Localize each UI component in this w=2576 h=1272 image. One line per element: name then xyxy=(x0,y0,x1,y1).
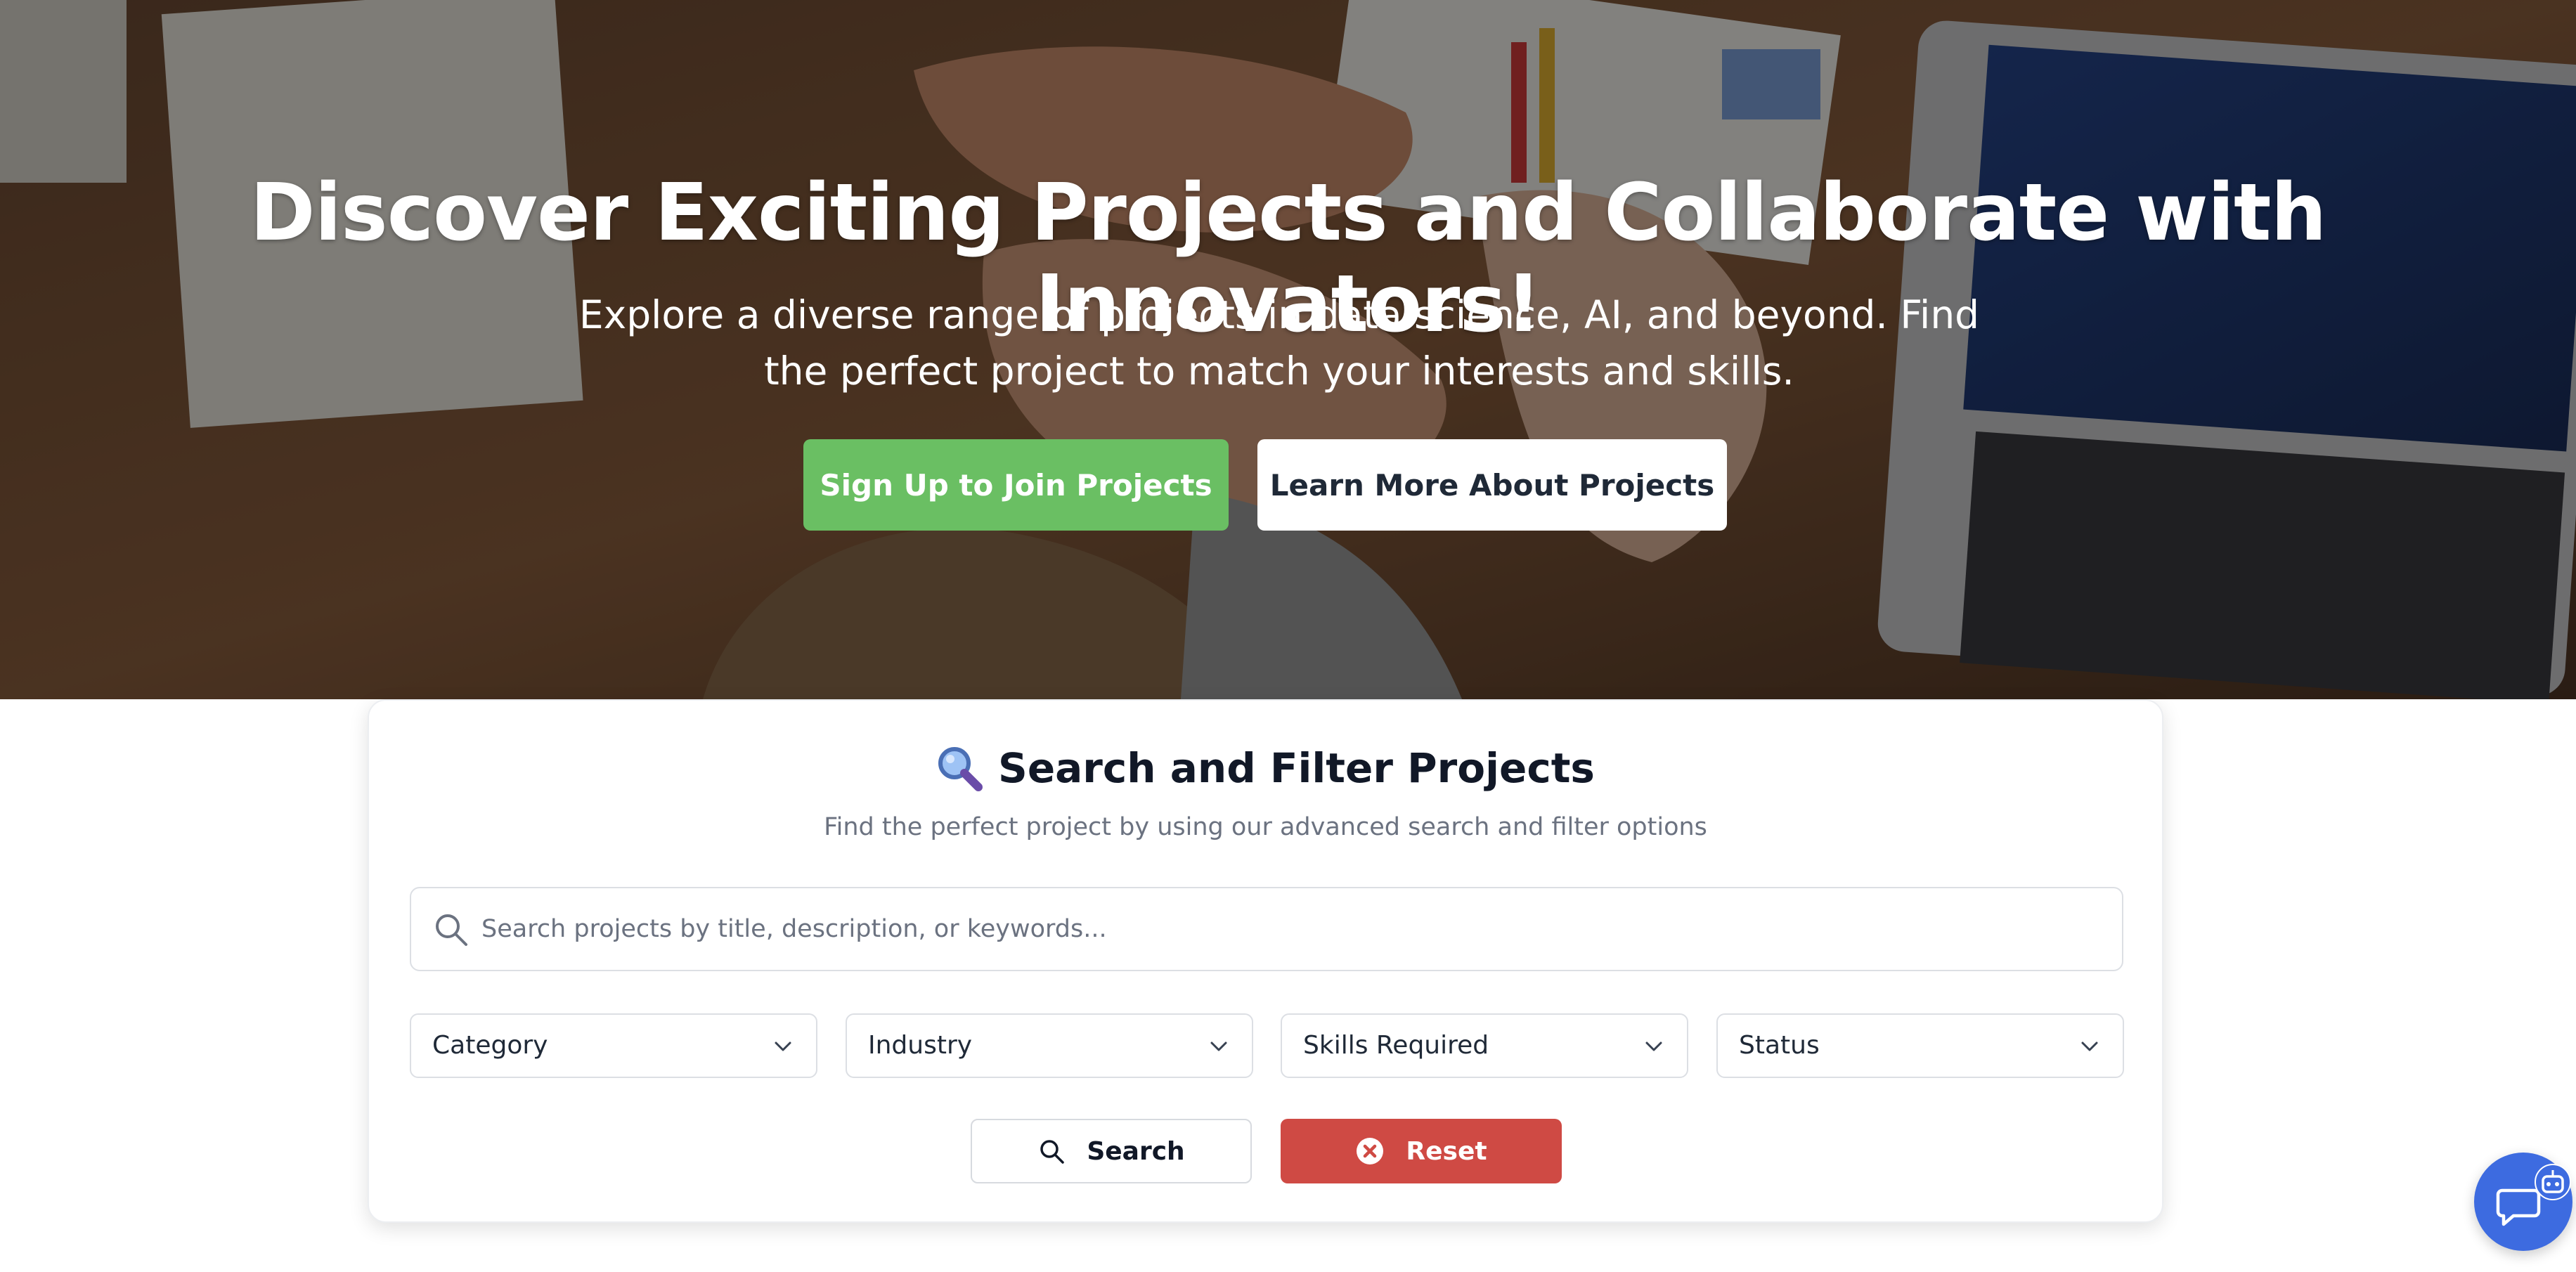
reset-button[interactable]: Reset xyxy=(1281,1119,1562,1183)
sign-up-button[interactable]: Sign Up to Join Projects xyxy=(803,439,1229,531)
category-select[interactable]: Category xyxy=(410,1013,817,1078)
close-circle-icon xyxy=(1357,1138,1384,1164)
search-button[interactable]: Search xyxy=(971,1119,1252,1183)
search-box[interactable] xyxy=(410,887,2123,971)
search-button-label: Search xyxy=(1087,1136,1185,1166)
hero-subtitle: Explore a diverse range of projects in d… xyxy=(578,292,1980,394)
status-select[interactable]: Status xyxy=(1716,1013,2124,1078)
reset-button-label: Reset xyxy=(1406,1136,1487,1166)
search-icon xyxy=(1040,1140,1065,1164)
learn-more-button[interactable]: Learn More About Projects xyxy=(1257,439,1727,531)
card-heading: Search and Filter Projects xyxy=(369,744,2162,792)
hero-content: Discover Exciting Projects and Collabora… xyxy=(0,0,2576,699)
search-input[interactable] xyxy=(481,890,2098,968)
industry-select-label: Industry xyxy=(868,1031,973,1060)
skills-required-select-label: Skills Required xyxy=(1303,1031,1489,1060)
magnifying-glass-emoji-icon xyxy=(938,747,983,791)
status-select-label: Status xyxy=(1739,1031,1820,1060)
industry-select[interactable]: Industry xyxy=(846,1013,1253,1078)
search-filter-card: Search and Filter Projects Find the perf… xyxy=(368,699,2163,1223)
chevron-down-icon xyxy=(775,1041,791,1051)
search-icon xyxy=(436,914,467,946)
hero-section: Discover Exciting Projects and Collabora… xyxy=(0,0,2576,699)
category-select-label: Category xyxy=(432,1031,548,1060)
chat-assistant-button[interactable] xyxy=(2474,1153,2572,1251)
chevron-down-icon xyxy=(1645,1041,1662,1051)
robot-icon xyxy=(2535,1164,2571,1200)
card-subtitle: Find the perfect project by using our ad… xyxy=(824,813,1707,841)
skills-required-select[interactable]: Skills Required xyxy=(1281,1013,1688,1078)
chevron-down-icon xyxy=(2081,1041,2098,1051)
card-title: Search and Filter Projects xyxy=(998,744,1595,792)
chevron-down-icon xyxy=(1210,1041,1227,1051)
